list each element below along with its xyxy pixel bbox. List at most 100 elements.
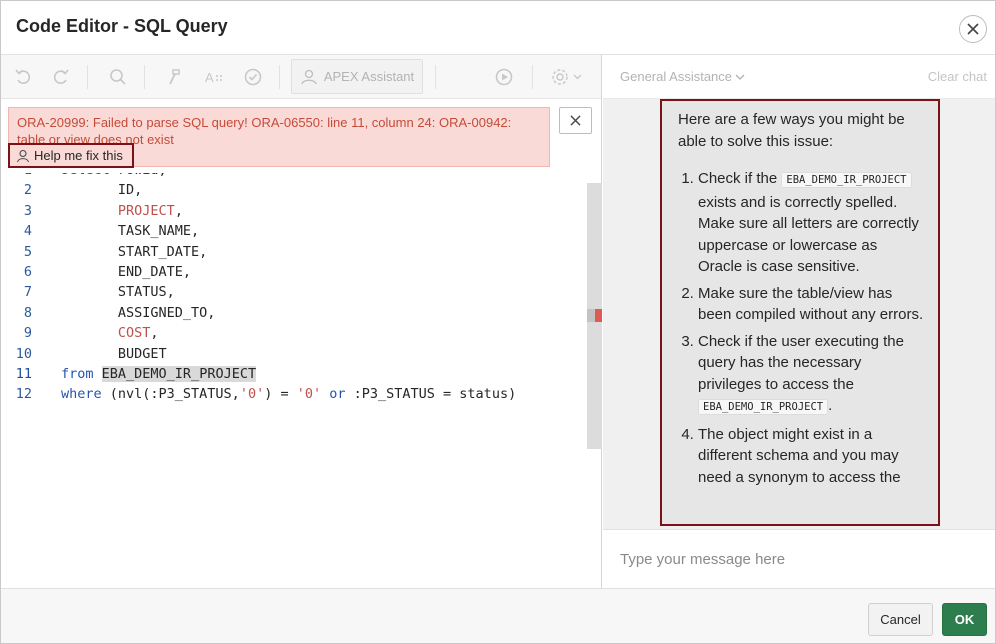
autocomplete-icon: A bbox=[205, 70, 222, 85]
line-number: 12 bbox=[15, 386, 32, 403]
code-line: 12 where (nvl(:P3_STATUS,'0') = '0' or :P… bbox=[1, 384, 587, 404]
code-line: 3 PROJECT, bbox=[1, 201, 587, 221]
code-line: 7 STATUS, bbox=[1, 282, 587, 302]
assistant-panel: General Assistance Clear chat Here are a… bbox=[603, 55, 995, 588]
code-line-text: BUDGET bbox=[61, 345, 167, 362]
code-line-text: PROJECT, bbox=[117, 202, 183, 219]
validate-icon bbox=[244, 68, 262, 86]
line-number: 9 bbox=[23, 325, 32, 342]
code-line-text: ID, bbox=[61, 182, 143, 199]
list-item: Check if the EBA_DEMO_IR_PROJECT exists … bbox=[698, 168, 924, 278]
code-line-text: where (nvl(:P3_STATUS,'0') = '0' or :P3_… bbox=[61, 386, 517, 403]
code-line: 10 BUDGET bbox=[1, 344, 587, 364]
toolbar-divider bbox=[279, 65, 280, 89]
toolbar-divider bbox=[435, 65, 436, 89]
line-number: 11 bbox=[15, 366, 32, 382]
code-area[interactable]: 1select rowid,2 ID,3 PROJECT,4 TASK_NAME… bbox=[1, 173, 587, 587]
column-name: PROJECT bbox=[117, 202, 175, 219]
code-line: 11 from EBA_DEMO_IR_PROJECT bbox=[1, 364, 587, 384]
code-line: 8 ASSIGNED_TO, bbox=[1, 303, 587, 323]
apex-assistant-label: APEX Assistant bbox=[323, 69, 415, 84]
svg-text:A: A bbox=[205, 70, 214, 85]
hammer-icon bbox=[169, 69, 180, 85]
assistant-intro: Here are a few ways you might be able to… bbox=[678, 111, 905, 150]
gear-icon bbox=[552, 69, 582, 85]
error-marker bbox=[595, 309, 602, 322]
assistant-message: Here are a few ways you might be able to… bbox=[660, 99, 940, 526]
close-icon bbox=[570, 115, 581, 126]
search-icon bbox=[110, 69, 126, 85]
code-line: 9 COST, bbox=[1, 323, 587, 343]
chevron-down-icon bbox=[735, 74, 745, 80]
undo-icon bbox=[15, 69, 31, 84]
undo-button[interactable] bbox=[11, 65, 35, 89]
redo-button[interactable] bbox=[49, 65, 73, 89]
line-number: 3 bbox=[23, 202, 32, 219]
dialog-header: Code Editor - SQL Query bbox=[1, 1, 995, 55]
validate-button[interactable] bbox=[241, 65, 265, 89]
line-number: 7 bbox=[23, 284, 32, 301]
format-button[interactable] bbox=[163, 65, 187, 89]
code-line: 1 select rowid, bbox=[1, 173, 587, 180]
code-line-text: COST, bbox=[117, 325, 159, 342]
code-line-text: ASSIGNED_TO, bbox=[61, 304, 216, 321]
play-icon bbox=[495, 68, 513, 86]
ok-button[interactable]: OK bbox=[942, 603, 987, 636]
settings-menu-button[interactable] bbox=[550, 65, 584, 89]
toolbar-divider bbox=[144, 65, 145, 89]
code-line: 6 END_DATE, bbox=[1, 262, 587, 282]
assistant-icon bbox=[16, 149, 30, 162]
run-button[interactable] bbox=[492, 65, 516, 89]
code-line-text: END_DATE, bbox=[61, 264, 192, 280]
line-number: 10 bbox=[15, 345, 32, 362]
inline-code: EBA_DEMO_IR_PROJECT bbox=[698, 399, 829, 415]
code-line-text: START_DATE, bbox=[61, 243, 208, 260]
assistant-icon bbox=[301, 69, 317, 84]
sql-keyword: from bbox=[61, 366, 94, 382]
help-me-fix-button[interactable]: Help me fix this bbox=[8, 143, 134, 168]
cancel-button[interactable]: Cancel bbox=[868, 603, 933, 636]
string-literal: '0' bbox=[296, 386, 322, 403]
redo-icon bbox=[53, 69, 69, 84]
chat-messages: Here are a few ways you might be able to… bbox=[603, 99, 995, 529]
suggestion-list: Check if the EBA_DEMO_IR_PROJECT exists … bbox=[678, 168, 924, 488]
column-name: COST bbox=[117, 325, 151, 342]
code-line: 5 START_DATE, bbox=[1, 242, 587, 262]
highlighted-table-name: EBA_DEMO_IR_PROJECT bbox=[101, 366, 257, 382]
list-item: The object might exist in a different sc… bbox=[698, 424, 924, 489]
search-button[interactable] bbox=[106, 65, 130, 89]
line-number: 6 bbox=[23, 264, 32, 280]
string-literal: '0' bbox=[239, 386, 265, 403]
chat-message-input[interactable] bbox=[620, 548, 980, 570]
line-number: 4 bbox=[23, 223, 32, 240]
assistance-mode-label: General Assistance bbox=[620, 69, 733, 84]
code-line: 2 ID, bbox=[1, 180, 587, 200]
apex-assistant-button[interactable]: APEX Assistant bbox=[291, 59, 423, 94]
code-line-text: TASK_NAME, bbox=[61, 223, 200, 240]
list-item: Check if the user executing the query ha… bbox=[698, 331, 924, 419]
close-dialog-button[interactable] bbox=[959, 15, 987, 43]
chat-input-area bbox=[603, 529, 995, 588]
code-line: 4 TASK_NAME, bbox=[1, 221, 587, 241]
sql-keyword: or bbox=[329, 386, 346, 403]
list-item: Make sure the table/view has been compil… bbox=[698, 283, 924, 326]
help-me-fix-label: Help me fix this bbox=[34, 148, 123, 163]
dialog-footer: Cancel OK bbox=[1, 588, 995, 643]
chat-header: General Assistance Clear chat bbox=[603, 55, 995, 99]
dialog-title: Code Editor - SQL Query bbox=[16, 16, 228, 36]
toolbar-divider bbox=[87, 65, 88, 89]
inline-code: EBA_DEMO_IR_PROJECT bbox=[781, 172, 912, 188]
sql-keyword: where bbox=[61, 386, 102, 403]
assistance-mode-select[interactable]: General Assistance bbox=[620, 69, 745, 84]
code-line-text: STATUS, bbox=[61, 284, 175, 301]
line-number: 8 bbox=[23, 304, 32, 321]
clear-chat-button[interactable]: Clear chat bbox=[928, 69, 987, 84]
toolbar-divider bbox=[532, 65, 533, 89]
editor-toolbar: A APEX Assistant bbox=[1, 55, 601, 99]
autocomplete-button[interactable]: A bbox=[203, 65, 227, 89]
code-editor-dialog: Code Editor - SQL Query A APEX Assistant… bbox=[0, 0, 996, 644]
dismiss-error-button[interactable] bbox=[559, 107, 592, 134]
line-number: 2 bbox=[23, 182, 32, 199]
sql-editor-panel: A APEX Assistant ORA-20999: Failed to pa… bbox=[1, 55, 602, 588]
line-number: 5 bbox=[23, 243, 32, 260]
